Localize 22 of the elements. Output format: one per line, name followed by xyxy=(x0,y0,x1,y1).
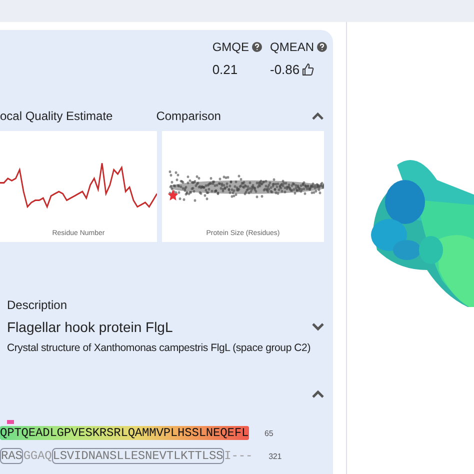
residue-number: 321 xyxy=(268,452,282,460)
sequence-text: I--- xyxy=(224,449,253,463)
score-value: 0.21 xyxy=(212,62,238,77)
help-icon[interactable] xyxy=(317,42,327,52)
residue-number: 65 xyxy=(264,428,274,438)
score-value: -0.86 xyxy=(270,62,300,77)
section-title: Description xyxy=(7,298,68,312)
aligned-segment: LSVIDNANSLLESNEVTLKTTLSS xyxy=(52,448,224,464)
section-title: ocal Quality Estimate xyxy=(0,109,114,123)
aligned-segment: RAS xyxy=(0,448,24,464)
chevron-up-icon[interactable] xyxy=(312,112,324,120)
section-title: Comparison xyxy=(156,109,222,123)
help-icon[interactable] xyxy=(252,42,262,52)
sequence-text: GGAQ xyxy=(23,449,52,463)
thumbs-up-icon xyxy=(302,63,314,76)
residue-marker xyxy=(7,420,14,424)
score-label: GMQE xyxy=(212,40,249,54)
chevron-down-icon[interactable] xyxy=(312,323,324,331)
template-title: Flagellar hook protein FlgL xyxy=(7,319,173,335)
template-description: Crystal structure of Xanthomonas campestris FlgL (space group C2) xyxy=(7,342,312,354)
chevron-up-icon[interactable] xyxy=(312,390,324,398)
score-label: QMEAN xyxy=(270,40,314,54)
